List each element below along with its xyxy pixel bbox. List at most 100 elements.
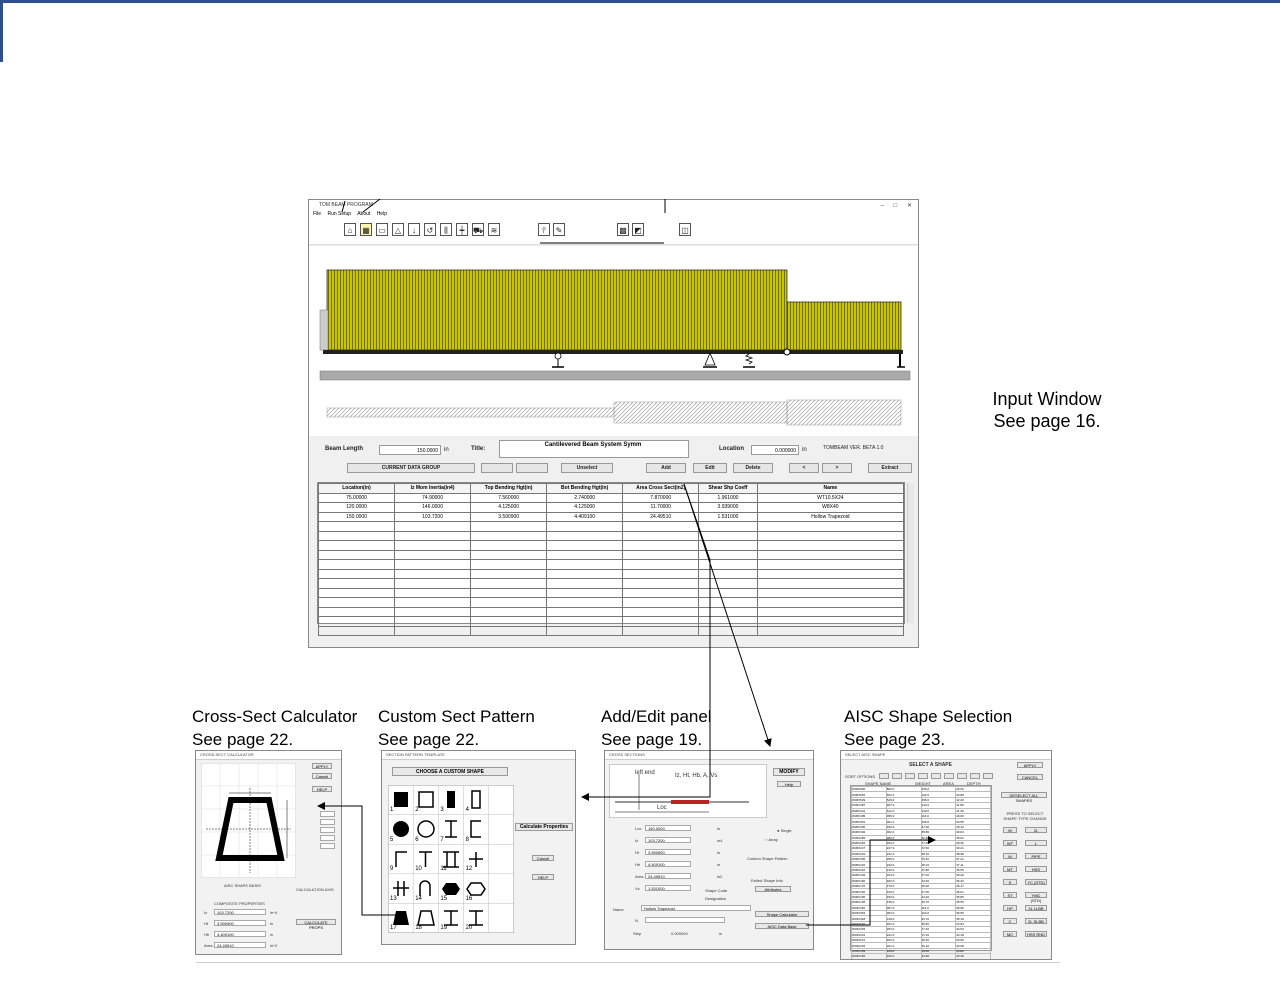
table-row[interactable]: 150.0000 103.7200 3.590900 4.409100 24.49510… (317, 511, 905, 522)
table-row[interactable] (317, 597, 905, 608)
table-cell[interactable]: 4.125000 (546, 502, 624, 513)
table-cell[interactable] (546, 530, 624, 541)
table-cell[interactable] (317, 549, 396, 560)
table-cell[interactable] (756, 530, 905, 541)
table-cell[interactable] (622, 578, 700, 589)
table-cell[interactable]: 7.560000 (470, 492, 548, 503)
table-cell[interactable] (394, 578, 472, 589)
table-cell[interactable] (470, 625, 548, 636)
shape-type-button[interactable]: C (1003, 918, 1017, 924)
shape-type-button[interactable]: L (1025, 840, 1047, 846)
sort-option-button[interactable] (905, 773, 915, 779)
calc-prop-value[interactable]: 3.590900 (214, 920, 266, 926)
col-top-height[interactable]: Top Bending Hgt(in) (470, 483, 548, 494)
aisc-cancel-button[interactable]: CANCEL (1017, 774, 1043, 780)
sort-option-button[interactable] (983, 773, 993, 779)
table-cell[interactable] (756, 597, 905, 608)
table-cell[interactable] (394, 625, 472, 636)
next-button[interactable]: > (822, 463, 852, 473)
table-row[interactable] (317, 587, 905, 598)
table-cell[interactable] (470, 521, 548, 532)
table-cell[interactable] (470, 587, 548, 598)
table-cell[interactable] (756, 521, 905, 532)
table-scrollbar[interactable] (907, 483, 914, 623)
table-cell[interactable] (546, 559, 624, 570)
calc-prop-value[interactable]: 103.7200 (214, 909, 266, 915)
calc-prop-field-4[interactable] (320, 835, 335, 841)
aisc-apply-button[interactable]: APPLY (1017, 762, 1043, 768)
aisc-cell[interactable]: 141.0 (885, 958, 922, 959)
beam-canvas[interactable] (309, 246, 918, 436)
table-cell[interactable] (470, 530, 548, 541)
table-cell[interactable]: W8X40 (756, 502, 905, 513)
shape-type-button[interactable]: MC (1003, 931, 1017, 937)
add-edit-field-value[interactable]: 103.7200 (645, 837, 691, 843)
table-cell[interactable]: 1.531000 (698, 511, 758, 522)
n-field[interactable] (645, 917, 725, 923)
table-cell[interactable]: 4.125000 (470, 502, 548, 513)
table-cell[interactable] (546, 568, 624, 579)
table-cell[interactable] (698, 578, 758, 589)
calc-prop-value[interactable]: 24.49510 (214, 942, 266, 948)
table-cell[interactable] (394, 606, 472, 617)
table-cell[interactable]: 3.939000 (698, 502, 758, 513)
table-cell[interactable] (546, 597, 624, 608)
table-cell[interactable] (394, 530, 472, 541)
unselect-button[interactable]: Unselect (561, 463, 613, 473)
table-cell[interactable]: 75.00000 (317, 492, 396, 503)
col-shear[interactable]: Shear Shp Coeff (698, 483, 758, 494)
aisc-cell[interactable]: W33X141 (851, 958, 887, 959)
calc-prop-field-5[interactable] (320, 843, 335, 849)
table-cell[interactable] (470, 559, 548, 570)
table-cell[interactable] (622, 597, 700, 608)
table-cell[interactable]: 11.70000 (622, 502, 700, 513)
col-iz[interactable]: Iz Mom Inertia(in4) (394, 483, 472, 494)
table-cell[interactable] (470, 540, 548, 551)
table-row[interactable]: 120.0000 146.0000 4.125000 4.125000 11.70000… (317, 502, 905, 513)
shape-type-button[interactable]: 2L LLBB (1025, 905, 1047, 911)
blank-button-2[interactable] (516, 463, 548, 473)
menu-help[interactable]: Help (377, 211, 387, 217)
modify-button[interactable]: MODIFY (773, 768, 805, 776)
table-cell[interactable] (698, 597, 758, 608)
table-cell[interactable] (756, 568, 905, 579)
table-cell[interactable] (546, 616, 624, 627)
table-cell[interactable] (698, 549, 758, 560)
shape-type-button[interactable]: M (1003, 853, 1017, 859)
menu-about[interactable]: About (357, 211, 370, 217)
table-row[interactable] (317, 521, 905, 532)
table-cell[interactable] (470, 578, 548, 589)
menu-file[interactable]: File (313, 211, 321, 217)
blank-button-1[interactable] (481, 463, 513, 473)
table-cell[interactable]: 120.0000 (317, 502, 396, 513)
sort-option-button[interactable] (957, 773, 967, 779)
table-cell[interactable]: 74.90000 (394, 492, 472, 503)
table-cell[interactable] (698, 625, 758, 636)
table-cell[interactable]: 7.870000 (622, 492, 700, 503)
table-cell[interactable]: Hollow Trapezoid (756, 511, 905, 522)
table-cell[interactable] (622, 559, 700, 570)
attributes-button[interactable]: Attributes (755, 886, 791, 892)
table-cell[interactable] (470, 597, 548, 608)
table-cell[interactable] (698, 530, 758, 541)
sort-option-button[interactable] (918, 773, 928, 779)
table-cell[interactable] (622, 549, 700, 560)
add-edit-field-value[interactable]: 24.49510 (645, 873, 691, 879)
shape-type-button[interactable]: YC (STD) (1025, 879, 1047, 885)
calc-cancel-button[interactable]: Cancel (312, 773, 332, 779)
table-cell[interactable] (317, 578, 396, 589)
plot-loads-icon[interactable]: ⫯ (538, 223, 550, 236)
calc-help-button[interactable]: HELP (312, 786, 332, 792)
table-cell[interactable] (546, 578, 624, 589)
table-cell[interactable] (394, 568, 472, 579)
calc-apply-button[interactable]: APPLY (312, 763, 332, 769)
table-row[interactable] (317, 578, 905, 589)
table-cell[interactable] (622, 625, 700, 636)
table-cell[interactable] (756, 540, 905, 551)
table-cell[interactable] (394, 559, 472, 570)
spring-icon[interactable]: ≋ (488, 223, 500, 236)
table-cell[interactable] (756, 616, 905, 627)
table-cell[interactable]: 146.0000 (394, 502, 472, 513)
beam-data-icon[interactable]: ▦ (360, 223, 372, 236)
table-cell[interactable] (622, 530, 700, 541)
